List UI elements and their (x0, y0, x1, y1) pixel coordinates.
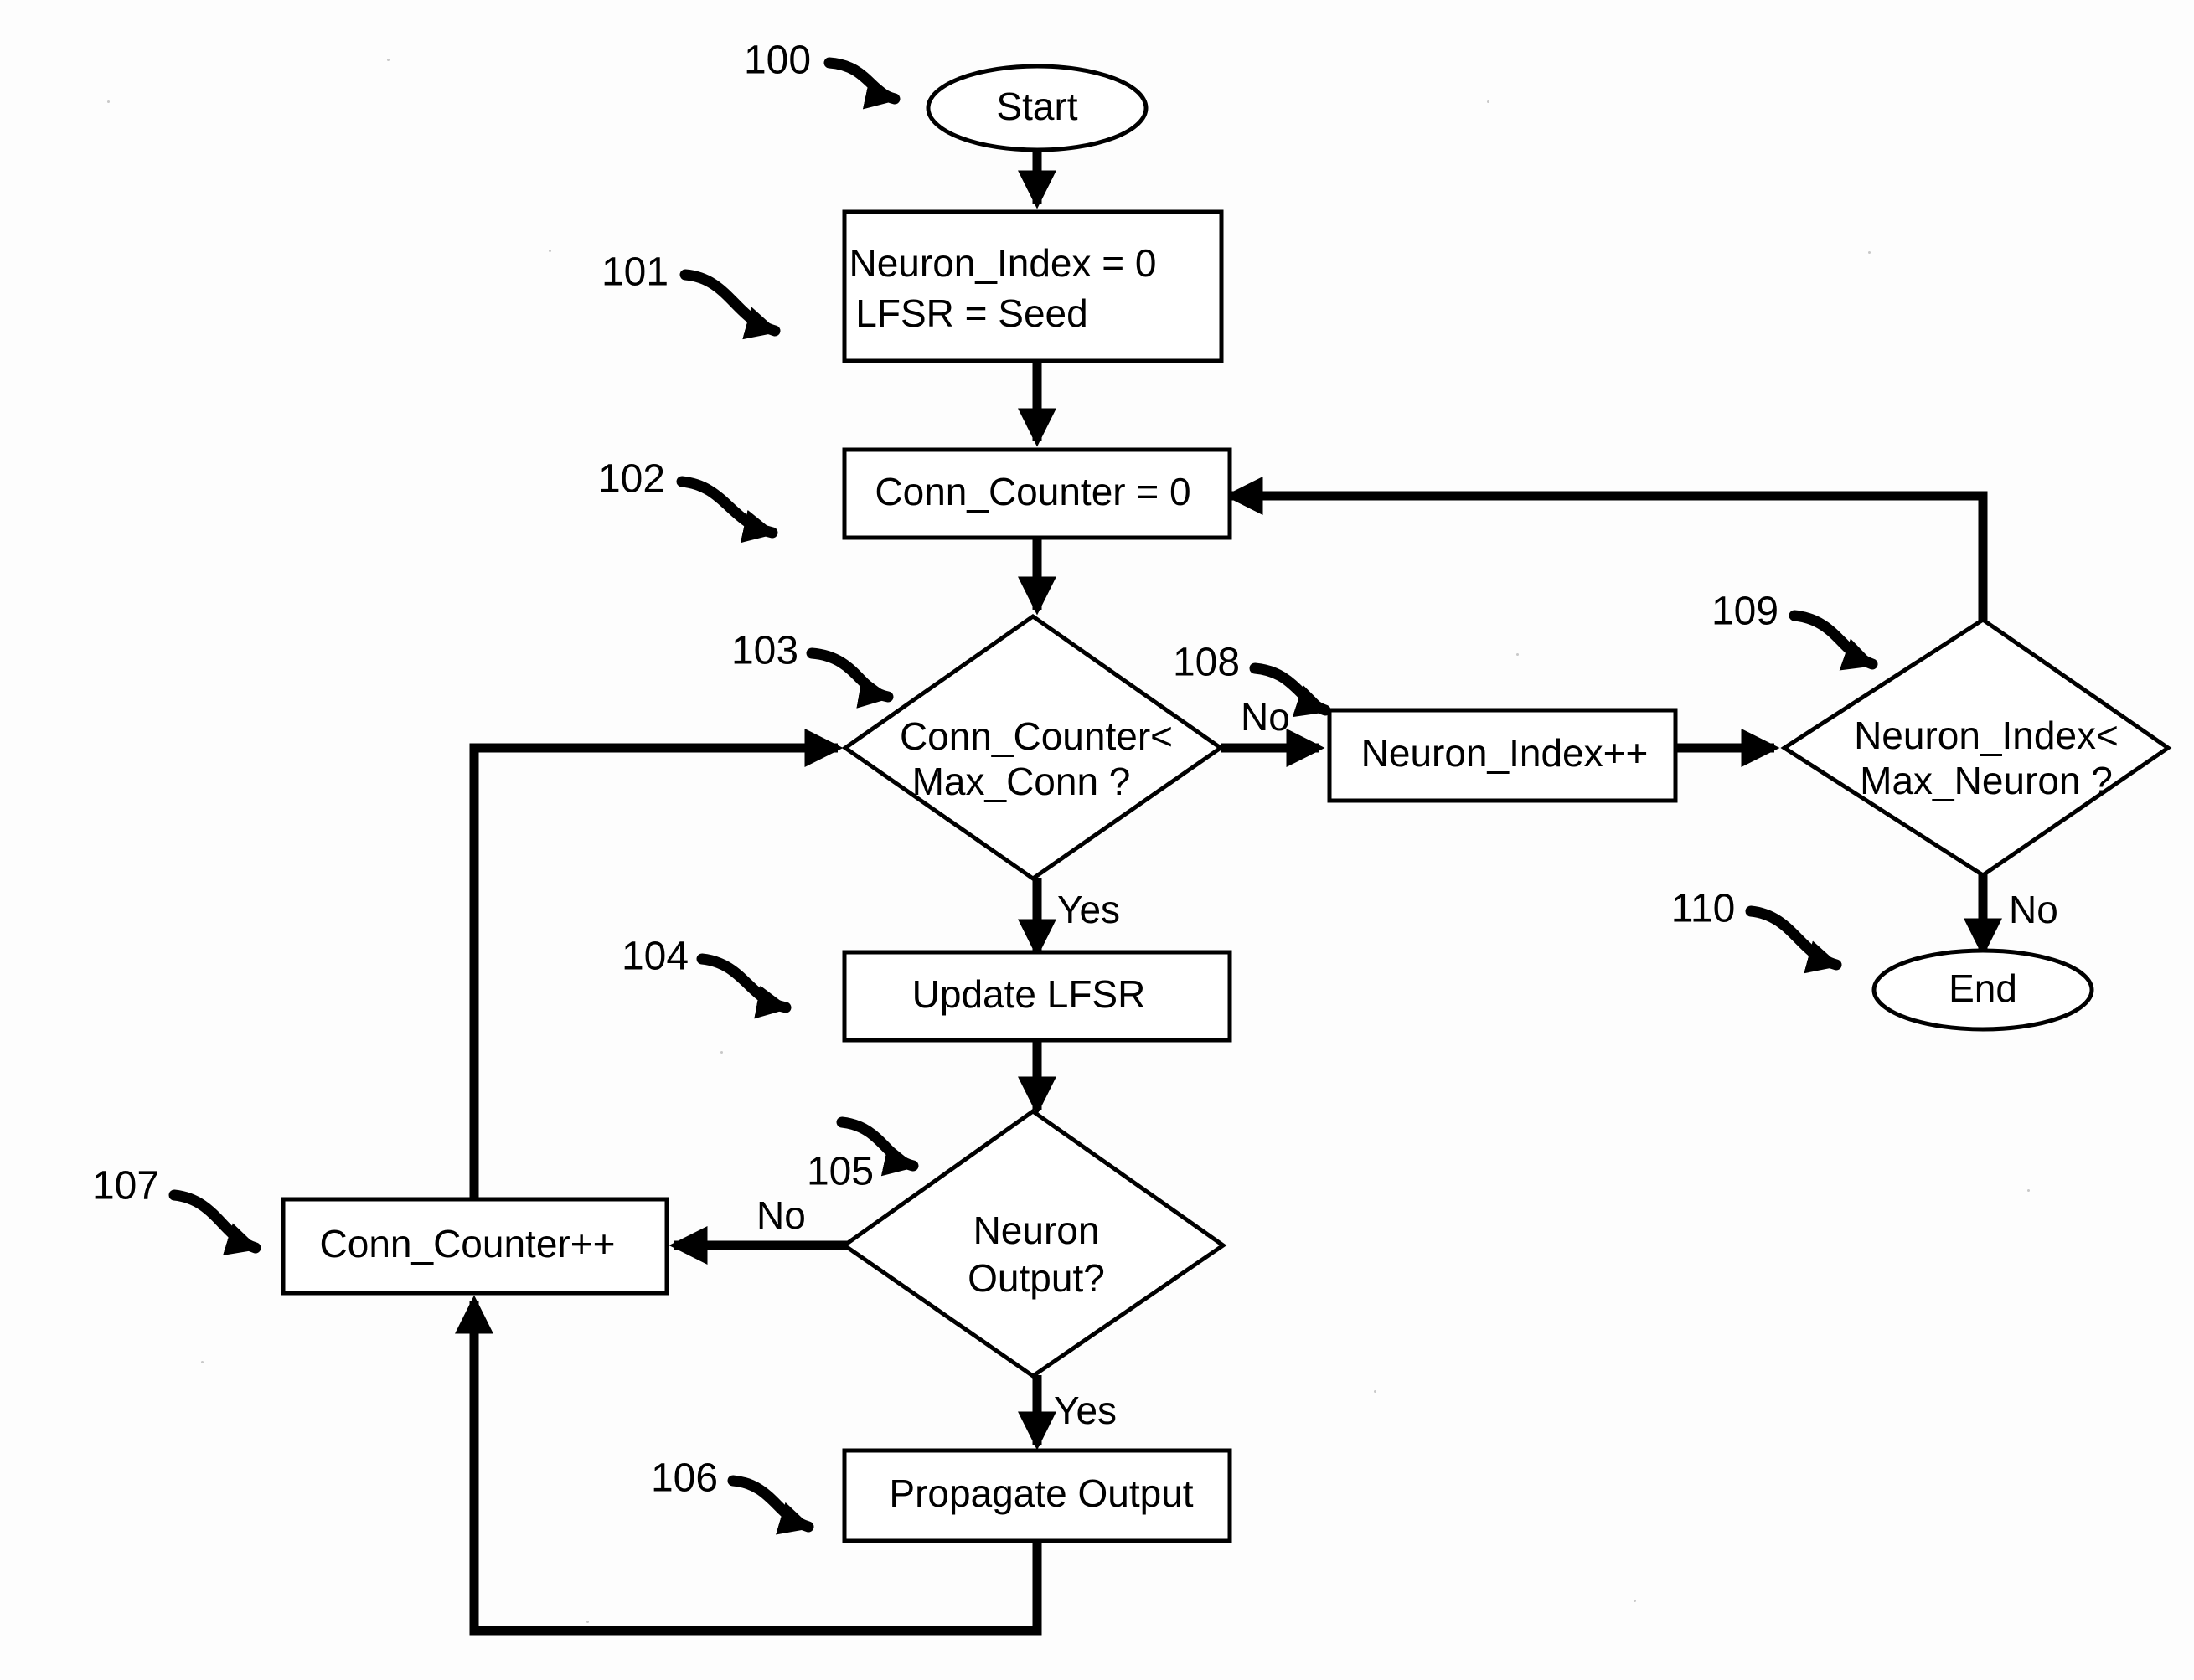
scan-speck (107, 100, 110, 103)
scan-speck (549, 250, 551, 252)
scan-speck (1634, 1600, 1636, 1602)
node-neuron-check-label-line1: Neuron_Index< (1854, 714, 2119, 757)
edge-label-neuron-output-no: No (756, 1193, 806, 1237)
node-conn-inc-label: Conn_Counter++ (320, 1222, 616, 1265)
scan-speck (387, 59, 390, 61)
ref-label-103: 103 (731, 629, 798, 673)
ref-label-100: 100 (744, 39, 811, 83)
node-conn-check-label-line2: Max_Conn ? (912, 760, 1131, 803)
ref-label-110: 110 (1671, 887, 1736, 931)
ref-label-102: 102 (598, 457, 665, 502)
leader-109 (1789, 610, 1878, 671)
edge-label-neuron-output-yes: Yes (1054, 1389, 1117, 1432)
node-init-label-line1: Neuron_Index = 0 (849, 241, 1157, 285)
leader-106 (727, 1475, 814, 1535)
scan-speck (1487, 100, 1489, 103)
ref-label-106: 106 (651, 1456, 718, 1501)
node-conn-check-label-line1: Conn_Counter< (900, 714, 1173, 758)
node-neuron-output-label-line2: Output? (968, 1256, 1105, 1300)
leader-104 (696, 953, 792, 1019)
node-start-label: Start (996, 85, 1077, 128)
scan-speck (586, 1621, 589, 1623)
leader-107 (168, 1189, 261, 1256)
flowchart-svg: Start Neuron_Index = 0 LFSR = Seed Conn_… (92, 39, 2172, 1636)
edge-neuron-check-yes-to-conncounter-reset (1224, 476, 1988, 621)
scan-speck (201, 1361, 204, 1363)
node-conncounter-reset-label: Conn_Counter = 0 (875, 470, 1190, 513)
node-update-lfsr-label: Update LFSR (912, 972, 1146, 1016)
node-init[interactable] (842, 209, 1224, 363)
edge-label-neuron-check-no: No (2009, 888, 2058, 931)
scan-speck (1374, 1390, 1376, 1393)
leader-100 (823, 57, 901, 110)
scan-speck (1516, 653, 1519, 656)
edge-label-conn-check-no: No (1241, 695, 1290, 739)
scan-speck (1868, 251, 1871, 254)
node-neuron-check-label-line2: Max_Neuron ? (1860, 759, 2113, 802)
ref-label-109: 109 (1711, 590, 1778, 634)
ref-label-108: 108 (1173, 641, 1240, 685)
node-end-label: End (1949, 966, 2017, 1010)
node-neuron-inc-label: Neuron_Index++ (1361, 731, 1649, 775)
leader-102 (676, 476, 778, 544)
flowchart-canvas: Start Neuron_Index = 0 LFSR = Seed Conn_… (0, 0, 2194, 1680)
scan-speck (2027, 1189, 2030, 1192)
leader-110 (1745, 905, 1842, 974)
ref-label-104: 104 (622, 935, 689, 979)
ref-label-107: 107 (92, 1164, 159, 1208)
leader-103 (806, 647, 894, 709)
node-propagate-output-label: Propagate Output (889, 1471, 1193, 1515)
ref-label-105: 105 (807, 1150, 874, 1194)
node-neuron-output-label-line1: Neuron (973, 1208, 1100, 1252)
scan-speck (720, 1051, 723, 1054)
ref-label-101: 101 (601, 250, 669, 295)
edge-label-conn-check-yes: Yes (1057, 888, 1120, 931)
node-init-label-line2: LFSR = Seed (855, 291, 1087, 335)
leader-101 (679, 269, 781, 340)
